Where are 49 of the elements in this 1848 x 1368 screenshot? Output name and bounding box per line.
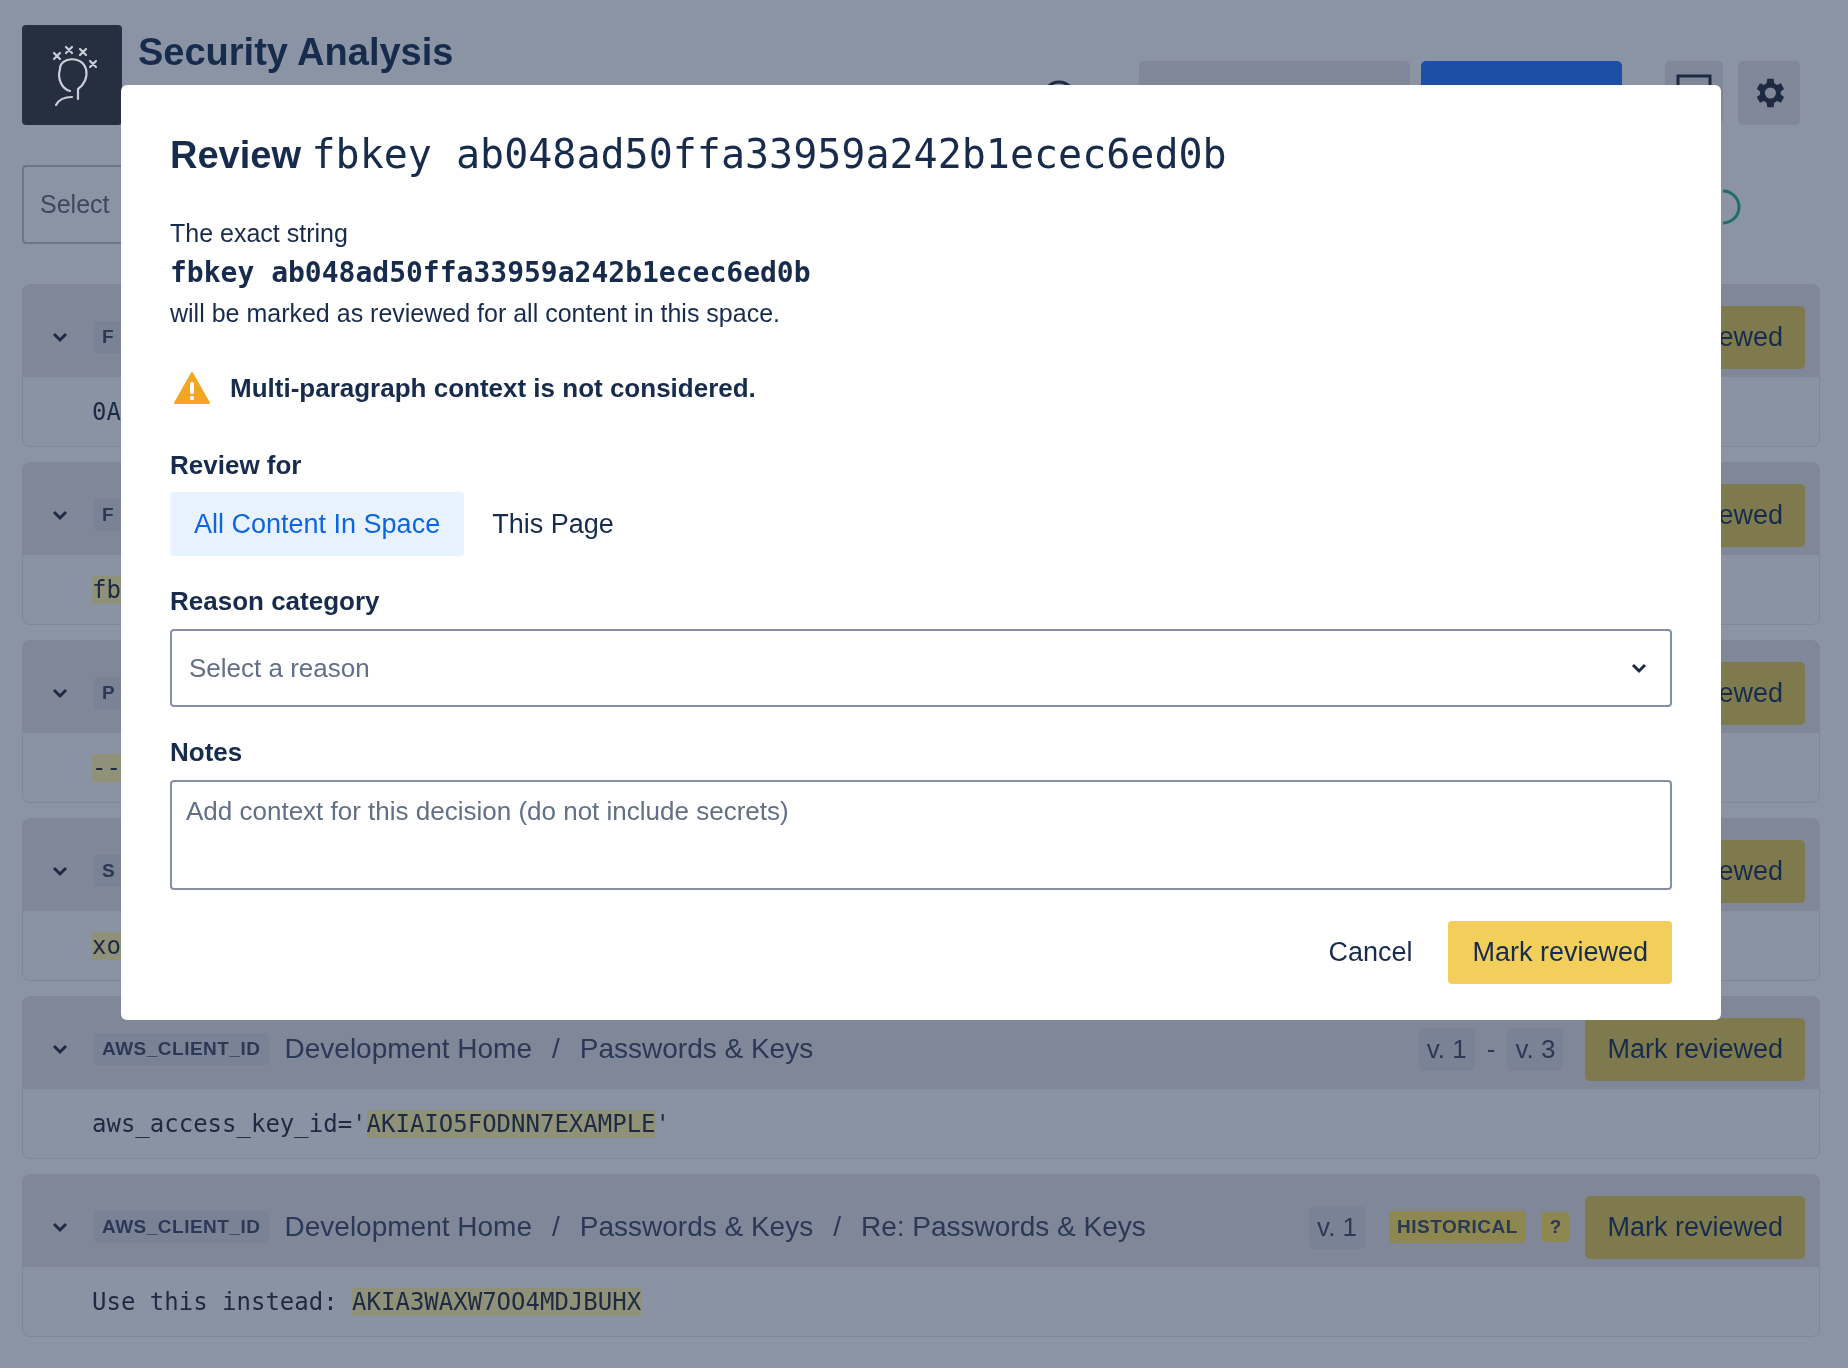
version-label: v. 1 (1309, 1205, 1366, 1249)
code-snippet: xo (92, 931, 121, 960)
app-title: Security Analysis (138, 30, 454, 75)
path-separator: / (833, 1211, 841, 1243)
breadcrumb-link[interactable]: Development Home (284, 1033, 532, 1065)
rule-tag: AWS_CLIENT_ID (94, 1033, 269, 1065)
rule-tag: S (94, 855, 122, 887)
breadcrumb-link[interactable]: Passwords & Keys (579, 1033, 814, 1065)
code-snippet: -- (92, 753, 121, 782)
rule-tag: F (94, 499, 121, 531)
dialog-title: Review fbkey ab048ad50ffa33959a242b1ecec6ed0b (170, 131, 1228, 178)
filter-field[interactable]: Select (22, 165, 121, 244)
ring-icon (1721, 188, 1741, 225)
path-separator: / (552, 1211, 560, 1243)
scope-tab[interactable]: All Content In Space (170, 492, 465, 556)
mark-reviewed-button[interactable]: Mark reviewed (1585, 1017, 1805, 1081)
field-label: Reason category (170, 585, 381, 618)
mark-reviewed-button[interactable]: Mark reviewed (1448, 921, 1672, 984)
scope-tab[interactable]: This Page (468, 492, 638, 556)
breadcrumb-link[interactable]: Passwords & Keys (579, 1211, 814, 1243)
select-placeholder: Select a reason (189, 652, 370, 684)
code-snippet: fb (92, 575, 121, 604)
reason-select[interactable]: Select a reason (170, 629, 1672, 707)
table-icon (1674, 72, 1714, 86)
field-label: Review for (170, 449, 303, 482)
version-label: v. 1 (1418, 1027, 1475, 1071)
cancel-button[interactable]: Cancel (1304, 921, 1437, 984)
code-snippet: Use this instead: AKIA3WAXW7OO4MDJBUHX (92, 1287, 642, 1316)
chevron-down-icon (1630, 662, 1648, 674)
warning-text: Multi-paragraph context is not considered. (230, 372, 756, 404)
rule-tag: AWS_CLIENT_ID (94, 1211, 269, 1243)
breadcrumb-link[interactable]: Development Home (284, 1211, 532, 1243)
version-label: v. 3 (1507, 1027, 1564, 1071)
path-separator: / (552, 1033, 560, 1065)
rule-tag: P (94, 677, 122, 709)
status-badge: HISTORICAL (1389, 1211, 1526, 1243)
help-badge[interactable]: ? (1541, 1212, 1570, 1242)
version-dash: - (1486, 1033, 1496, 1065)
breadcrumb-link[interactable]: Re: Passwords & Keys (860, 1211, 1146, 1243)
notes-field[interactable]: Add context for this decision (do not include secrets) (170, 780, 1672, 890)
secret-string: fbkey ab048ad50ffa33959a242b1ecec6ed0b (170, 255, 812, 291)
field-label: Notes (170, 736, 244, 769)
warning-icon (174, 372, 210, 404)
mark-reviewed-button[interactable]: Mark reviewed (1585, 1195, 1805, 1259)
description-text: The exact string (170, 218, 349, 249)
rule-tag: F (94, 321, 121, 353)
settings-button[interactable] (1738, 61, 1800, 125)
code-snippet: 0A (92, 397, 121, 426)
description-text: will be marked as reviewed for all content in this space. (170, 298, 781, 329)
